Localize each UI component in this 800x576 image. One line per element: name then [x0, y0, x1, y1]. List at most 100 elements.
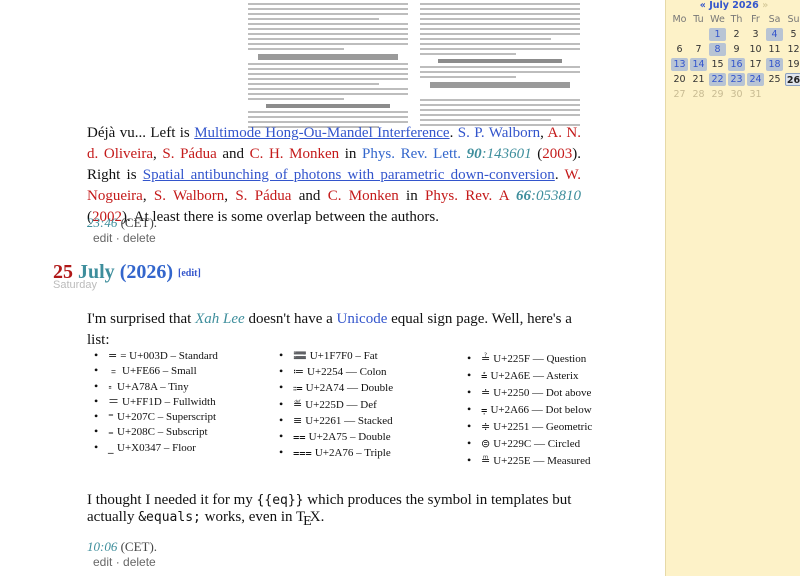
calendar-day: 9	[733, 44, 740, 55]
calendar-day[interactable]: 18	[766, 58, 783, 71]
equals-variant-item: ꞊ U+A78A – Tiny	[94, 379, 218, 394]
entry-unicode-outro: I thought I needed it for my {{eq}} whic…	[87, 492, 572, 529]
permalink-time[interactable]: 23:46	[87, 215, 117, 230]
equals-symbol: ⊜	[481, 437, 491, 450]
calendar-day: 3	[752, 29, 759, 40]
equals-variant-item: ⩶U+2A76 – Triple	[279, 445, 393, 461]
blog-main: Déjà vu... Left is Multimode Hong-Ou-Man…	[0, 0, 665, 576]
calendar-day: 2	[733, 29, 740, 40]
equals-variant-label: U+225F — Question	[493, 353, 587, 365]
intro-text: doesn't have a	[248, 311, 333, 327]
calendar-day[interactable]: 13	[671, 58, 688, 71]
author-link[interactable]: S. Pádua	[162, 146, 216, 162]
day-edit-link[interactable]: [edit]	[178, 268, 201, 279]
equals-variant-item: ≑U+2251 — Geometric	[467, 419, 592, 436]
edit-link[interactable]: edit	[93, 555, 112, 569]
equals-symbol: ⩴	[293, 381, 303, 395]
equals-variant-label: U+2A76 – Triple	[314, 447, 391, 460]
author-link[interactable]: S. P. Walborn	[458, 125, 540, 141]
calendar-weekday-label: Tu	[693, 14, 704, 25]
equals-variant-item: ≔U+2254 — Colon	[279, 364, 393, 380]
equals-variant-label: U+207C – Superscript	[117, 411, 217, 424]
calendar-empty-cell	[671, 28, 688, 41]
timezone: (CET).	[120, 539, 158, 554]
equals-variant-item: ⩵U+2A75 – Double	[279, 429, 393, 445]
calendar-day: 5	[790, 29, 797, 40]
volume-number: 90	[466, 146, 482, 162]
delete-link[interactable]: delete	[123, 555, 156, 569]
equals-variant-label: U+225E — Measured	[493, 455, 591, 467]
equals-variant-label: U+1F7F0 – Fat	[309, 350, 378, 362]
equals-variant-item: ⩮U+2A6E — Asterix	[467, 368, 592, 385]
calendar-weekday-label: Sa	[768, 14, 781, 25]
calendar-day: 6	[676, 44, 683, 55]
author-link[interactable]: C. H. Monken	[250, 146, 340, 162]
entry-timestamp: 23:46 (CET).	[87, 215, 157, 231]
calendar-day: 20	[673, 74, 686, 85]
equals-variant-item: ⩴U+2A74 — Double	[279, 380, 393, 396]
previous-month-button[interactable]: «	[700, 0, 706, 11]
equals-symbol: ⩦	[481, 403, 488, 416]
person-link[interactable]: Xah Lee	[195, 311, 245, 327]
equals-variant-label: U+FF1D – Fullwidth	[122, 395, 216, 408]
paper-comparison-image	[246, 0, 582, 128]
equals-variant-item: ≝U+225D — Def	[279, 397, 393, 413]
sidebar: « July 2026 » Mo Tu We Th Fr Sa Su 1 2 3 4 5 6 7 8 9 10 1…	[665, 0, 800, 576]
author-link[interactable]: C. Monken	[328, 188, 399, 204]
tex-logo-x: X	[309, 509, 321, 525]
equals-symbol: ≟	[481, 352, 491, 365]
entry-deja-vu-text: Déjà vu... Left is Multimode Hong-Ou-Man…	[87, 125, 582, 225]
delete-link[interactable]: delete	[123, 231, 156, 245]
page-number: 143601	[486, 146, 532, 162]
volume-number: 66	[516, 188, 532, 204]
calendar-day[interactable]: 16	[728, 58, 745, 71]
unicode-link[interactable]: Unicode	[337, 311, 388, 327]
outro-text: I thought I needed it for my	[87, 492, 253, 508]
entry-tools: edit · delete	[93, 555, 156, 569]
equals-symbol: ⩵	[293, 429, 306, 443]
right-text: Right is	[87, 167, 137, 183]
equals-symbol: _	[108, 440, 114, 454]
author-link[interactable]: S. Walborn	[154, 188, 224, 204]
calendar-weekday-label: Fr	[751, 14, 760, 25]
equals-symbol: ≑	[481, 420, 491, 433]
permalink-time[interactable]: 10:06	[87, 539, 117, 554]
equals-symbol: ⁼	[108, 410, 114, 424]
journal-link[interactable]: Phys. Rev. Lett.	[362, 146, 461, 162]
calendar-day[interactable]: 8	[709, 43, 726, 56]
paper2-title-link[interactable]: Spatial antibunching of photons with par…	[143, 167, 555, 183]
edit-link[interactable]: edit	[93, 231, 112, 245]
calendar-day: 7	[695, 44, 702, 55]
calendar-day: 27	[673, 89, 686, 100]
journal-link[interactable]: Phys. Rev. A	[425, 188, 509, 204]
equals-symbol: ≐	[481, 386, 491, 399]
calendar-today[interactable]: 26	[785, 73, 800, 86]
equals-variant-item: ⊜U+229C — Circled	[467, 436, 592, 453]
author-link[interactable]: S. Pádua	[235, 188, 291, 204]
timezone: (CET).	[120, 215, 158, 230]
calendar: « July 2026 » Mo Tu We Th Fr Sa Su 1 2 3 4 5 6 7 8 9 10 1…	[670, 0, 800, 102]
equals-symbol: ﹦	[108, 364, 119, 378]
calendar-day[interactable]: 22	[709, 73, 726, 86]
equals-variant-item: ≟U+225F — Question	[467, 351, 592, 368]
equals-variant-label: U+2251 — Geometric	[493, 421, 593, 433]
calendar-day: 25	[768, 74, 781, 85]
code-eq-template: {{eq}}	[256, 493, 304, 508]
equals-symbol: ≞	[481, 454, 491, 467]
calendar-day[interactable]: 23	[728, 73, 745, 86]
equals-symbol: ≝	[293, 397, 303, 411]
calendar-empty-cell	[785, 88, 800, 101]
calendar-empty-cell	[766, 88, 783, 101]
equals-list-column-3: ≟U+225F — Question⩮U+2A6E — Asterix≐U+22…	[467, 351, 592, 470]
intro-text: I'm surprised that	[87, 311, 192, 327]
equals-variant-item: ⩦U+2A66 — Dot below	[467, 402, 592, 419]
equals-variant-label: U+2254 — Colon	[307, 366, 387, 379]
calendar-weekday-label: Mo	[672, 14, 687, 25]
paper1-title-link[interactable]: Multimode Hong-Ou-Mandel Interference	[194, 125, 449, 141]
calendar-day[interactable]: 24	[747, 73, 764, 86]
calendar-day[interactable]: 14	[690, 58, 707, 71]
equals-variant-label: U+X0347 – Floor	[117, 441, 196, 454]
calendar-day[interactable]: 1	[709, 28, 726, 41]
intro-text: Déjà vu... Left is	[87, 125, 190, 141]
calendar-day[interactable]: 4	[766, 28, 783, 41]
